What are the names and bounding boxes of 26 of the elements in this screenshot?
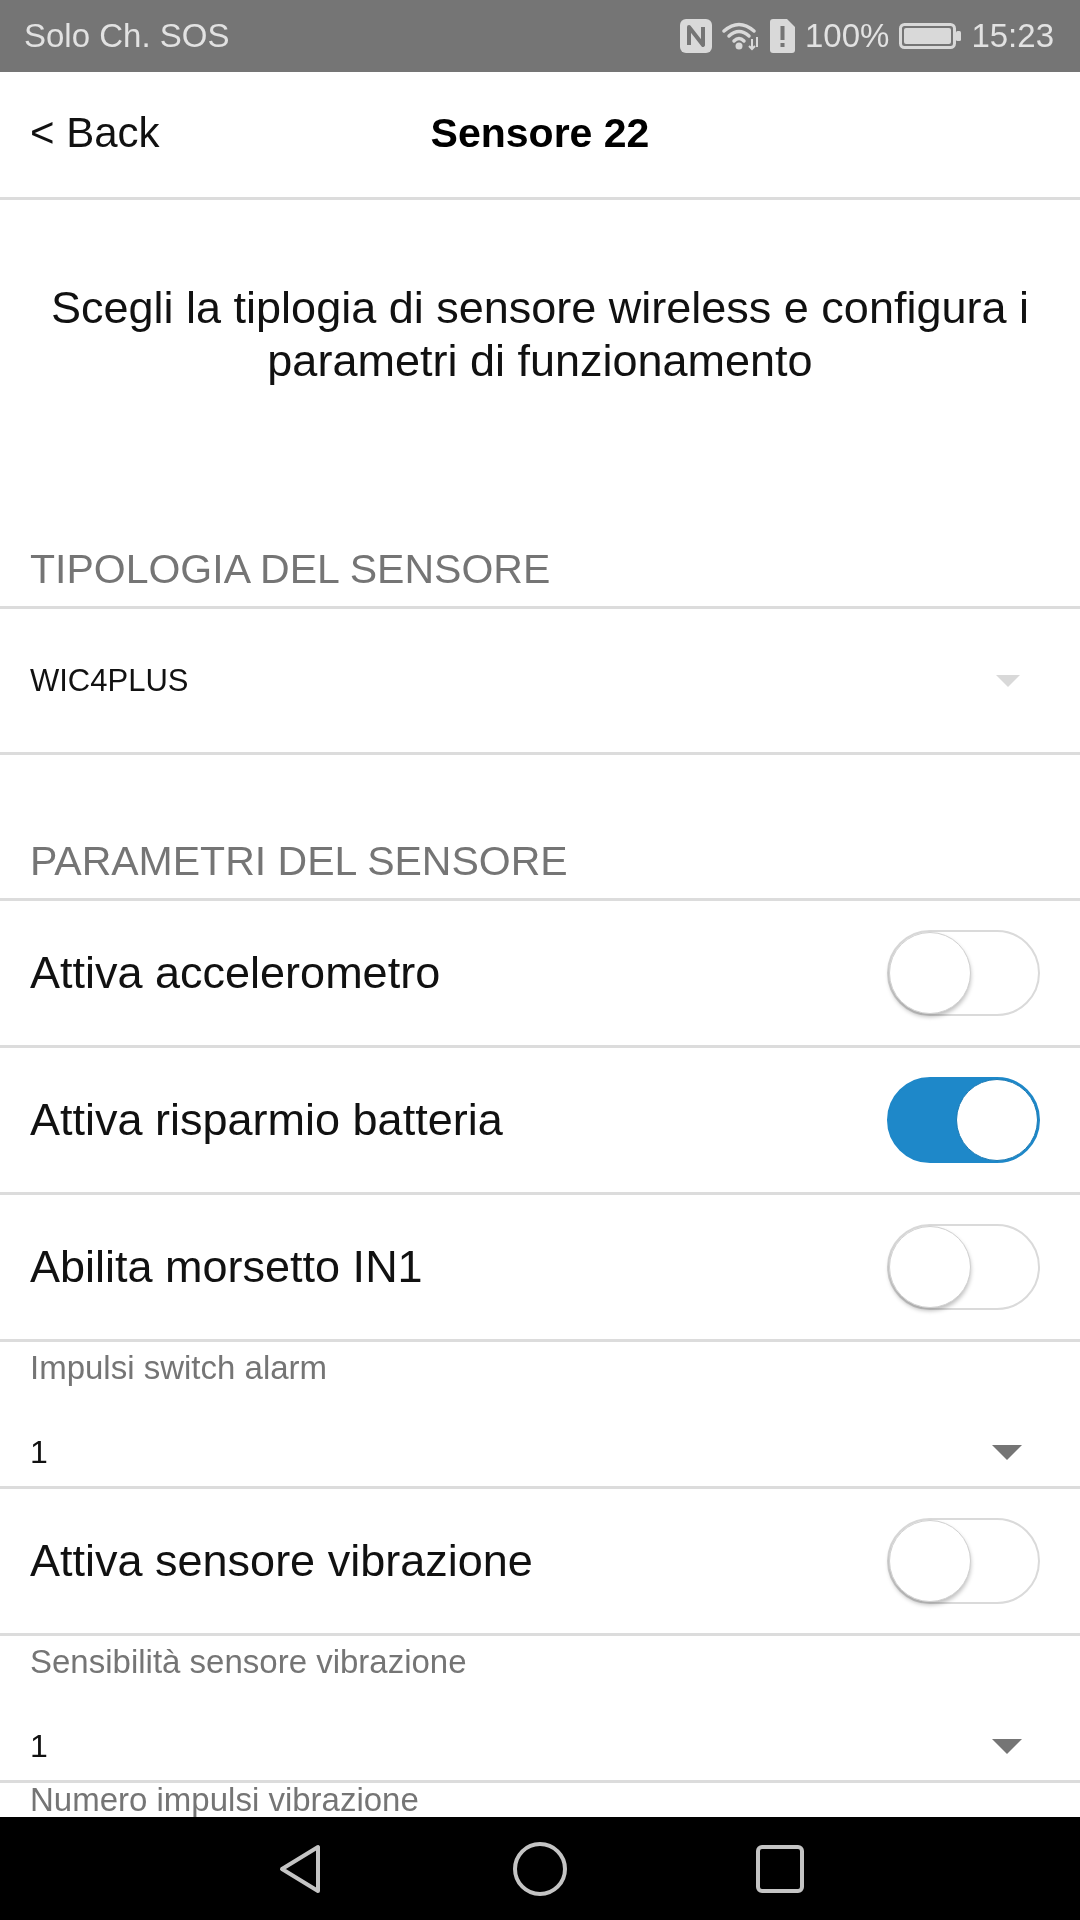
battery-icon bbox=[899, 23, 962, 49]
setting-label: Attiva sensore vibrazione bbox=[30, 1535, 533, 1587]
back-button[interactable]: < Back bbox=[30, 108, 160, 157]
recents-icon[interactable] bbox=[756, 1844, 804, 1893]
clock-time: 15:23 bbox=[971, 17, 1054, 55]
battery-percentage: 100% bbox=[805, 17, 890, 55]
home-icon[interactable] bbox=[513, 1841, 567, 1896]
field-label: Sensibilità sensore vibrazione bbox=[30, 1642, 467, 1680]
setting-label: Abilita morsetto IN1 bbox=[30, 1241, 423, 1293]
screen-title: Sensore 22 bbox=[430, 108, 650, 157]
section-heading: TIPOLOGIA DEL SENSORE bbox=[0, 537, 1080, 609]
wifi-icon bbox=[722, 21, 760, 51]
back-icon[interactable] bbox=[278, 1842, 322, 1895]
caret-icon bbox=[996, 674, 1020, 687]
carrier-name: Solo Ch. SOS bbox=[24, 17, 230, 55]
intro-text: Scegli la tiplogia di sensore wireless e configura i parametri di funzionamento bbox=[50, 281, 1030, 387]
nfc-icon bbox=[680, 19, 712, 53]
setting-label: Attiva accelerometro bbox=[30, 947, 441, 999]
dropdown-select[interactable]: 1 bbox=[0, 1434, 1080, 1470]
field-label: Impulsi switch alarm bbox=[30, 1348, 328, 1386]
section-heading: PARAMETRI DEL SENSORE bbox=[0, 829, 1080, 901]
caret-icon bbox=[992, 1738, 1022, 1754]
setting-label: Attiva risparmio batteria bbox=[30, 1094, 503, 1146]
caret-icon bbox=[992, 1444, 1022, 1460]
sim-alert-icon bbox=[770, 19, 795, 53]
dropdown-select[interactable]: 1 bbox=[0, 1728, 1080, 1764]
